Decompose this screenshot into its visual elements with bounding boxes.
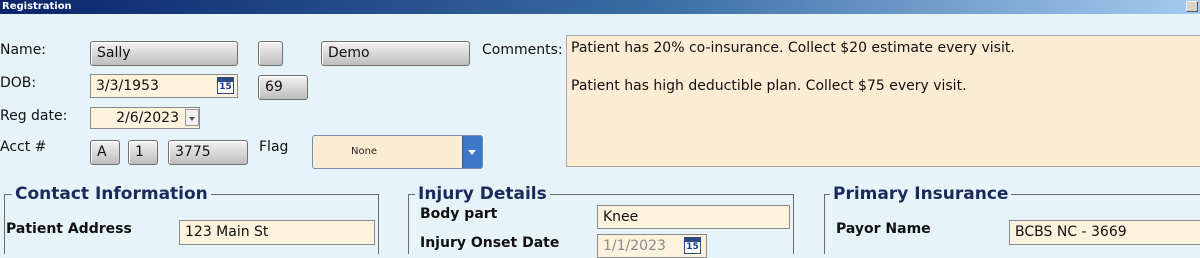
chevron-down-icon[interactable] xyxy=(185,109,199,126)
name-label: Name: xyxy=(0,42,47,58)
dob-label: DOB: xyxy=(0,75,37,91)
comment-line: Patient has 20% co-insurance. Collect $2… xyxy=(571,40,1015,56)
chevron-down-icon[interactable] xyxy=(462,136,482,168)
last-name-button[interactable]: Demo xyxy=(321,41,470,66)
acct-prefix-button[interactable]: A xyxy=(90,140,120,165)
reg-date-field[interactable]: 2/6/2023 xyxy=(90,107,200,129)
payor-name-label: Payor Name xyxy=(836,221,931,237)
reg-date-label: Reg date: xyxy=(0,108,68,124)
comments-box[interactable]: Patient has 20% co-insurance. Collect $2… xyxy=(566,35,1200,167)
acct-number-button[interactable]: 3775 xyxy=(168,140,248,165)
window-title: Registration xyxy=(2,1,72,12)
window-control-button[interactable] xyxy=(1186,1,1198,12)
flag-value: None xyxy=(351,146,378,157)
injury-onset-label: Injury Onset Date xyxy=(420,235,560,251)
acct-mid-button[interactable]: 1 xyxy=(128,140,158,165)
patient-address-label: Patient Address xyxy=(6,221,132,237)
age-button[interactable]: 69 xyxy=(258,75,308,100)
flag-label: Flag xyxy=(259,139,289,155)
primary-insurance-heading: Primary Insurance xyxy=(830,184,1012,204)
calendar-icon[interactable]: 15 xyxy=(684,237,701,254)
body-part-field[interactable]: Knee xyxy=(597,205,790,229)
body-part-label: Body part xyxy=(420,206,498,222)
injury-details-heading: Injury Details xyxy=(415,184,550,204)
contact-information-heading: Contact Information xyxy=(12,184,211,204)
flag-select[interactable]: None xyxy=(312,135,483,169)
acct-label: Acct # xyxy=(0,139,47,155)
title-bar: Registration xyxy=(0,0,1200,14)
comment-line: Patient has high deductible plan. Collec… xyxy=(571,78,967,94)
first-name-button[interactable]: Sally xyxy=(90,41,238,66)
patient-address-field[interactable]: 123 Main St xyxy=(179,220,375,245)
dob-field[interactable]: 3/3/1953 xyxy=(90,74,238,98)
payor-name-field[interactable]: BCBS NC - 3669 xyxy=(1009,220,1200,245)
calendar-icon[interactable]: 15 xyxy=(217,77,234,94)
middle-initial-button[interactable] xyxy=(258,41,283,66)
comments-label: Comments: xyxy=(482,42,563,58)
